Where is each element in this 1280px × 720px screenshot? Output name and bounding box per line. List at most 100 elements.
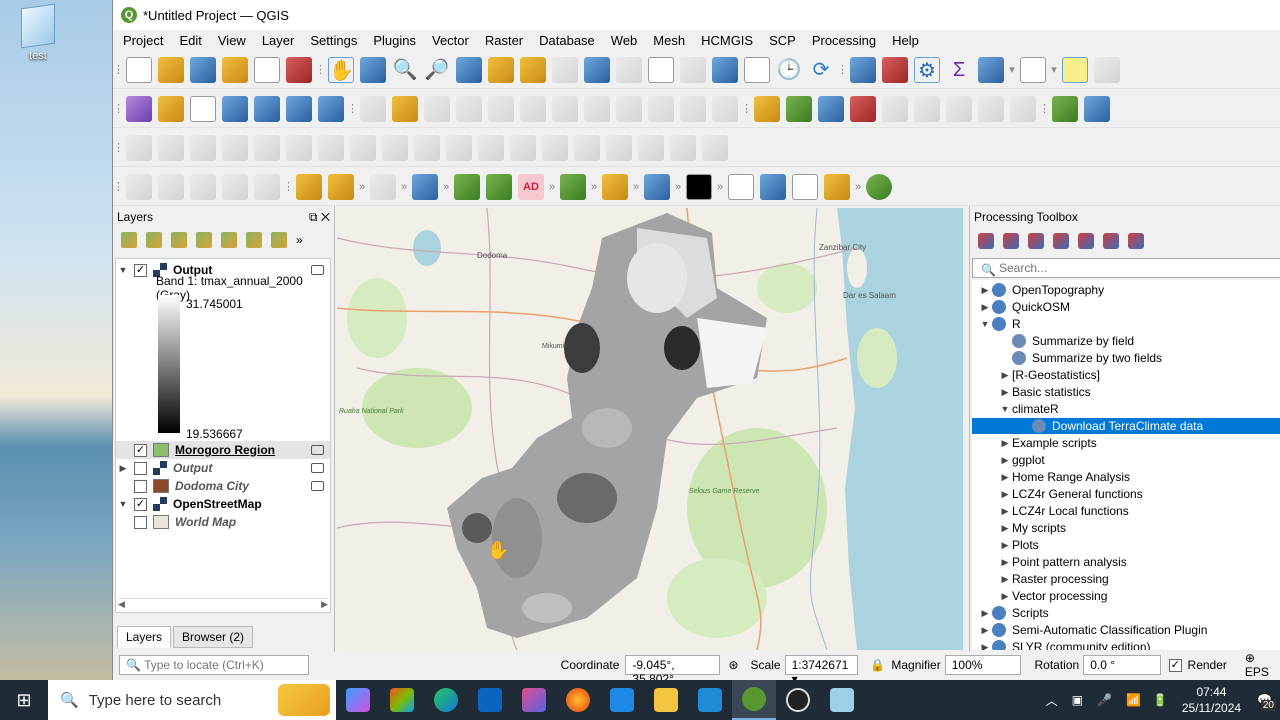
tab-layers[interactable]: Layers [117, 626, 172, 648]
taskbar-app-store[interactable] [380, 680, 424, 720]
layer-checkbox[interactable] [134, 461, 147, 475]
toolbox-item[interactable]: ▶ My scripts [972, 520, 1280, 536]
taskbar-search-box[interactable]: 🔍 Type here to search [48, 680, 336, 720]
taskbar-app-obs[interactable] [776, 680, 820, 720]
toolbar-overflow-icon[interactable]: » [441, 181, 451, 193]
globe-icon[interactable] [1084, 95, 1110, 122]
layer-visibility-icon[interactable] [311, 463, 324, 473]
expand-arrow-icon[interactable]: ▶ [998, 557, 1012, 568]
layer-checkbox[interactable] [134, 479, 147, 493]
toolbox-search-input[interactable]: 🔍 Search... [972, 258, 1280, 278]
taskbar-app-firefox[interactable] [556, 680, 600, 720]
plugin-layers-icon[interactable] [760, 173, 786, 200]
add-group-icon[interactable] [146, 232, 162, 248]
toolbox-item[interactable]: ▶ LCZ4r General functions [972, 486, 1280, 502]
map-canvas[interactable]: Dodoma Zanzibar City Dar es Salaam Ruaha… [337, 208, 963, 650]
show-bookmarks-icon[interactable] [744, 56, 770, 83]
layer-labeling-icon[interactable] [754, 95, 780, 122]
scale-field[interactable]: 1:3742671 ▾ [784, 655, 859, 686]
zoom-to-layer-icon[interactable] [520, 56, 546, 83]
statistical-summary-icon[interactable]: Σ [946, 57, 972, 83]
bookmark-icon[interactable] [712, 56, 738, 83]
new-map-view-icon[interactable] [648, 56, 674, 83]
grid-plugin-icon[interactable] [454, 173, 480, 200]
measure-line-icon[interactable] [1020, 56, 1046, 83]
toolbox-item[interactable]: ▼ R [972, 316, 1280, 332]
processing-toolbox-icon[interactable]: ⚙ [914, 56, 940, 83]
toolbar-overflow-icon[interactable]: » [673, 181, 683, 193]
toolbox-item[interactable]: ▼ climateR [972, 401, 1280, 417]
toolbox-item[interactable]: ▶ Basic statistics [972, 384, 1280, 400]
menu-edit[interactable]: Edit [169, 33, 207, 48]
expand-arrow-icon[interactable]: ▶ [998, 523, 1012, 534]
layer-item[interactable]: Dodoma City [116, 477, 330, 495]
expand-arrow-icon[interactable]: ▼ [116, 499, 130, 509]
toolbox-item[interactable]: ▶ SLYR (community edition) [972, 639, 1280, 650]
layer-item[interactable]: ✓ Morogoro Region [116, 441, 330, 459]
toolbox-item[interactable]: Download TerraClimate data [972, 418, 1280, 434]
expand-arrow-icon[interactable]: ▶ [978, 302, 992, 313]
edit-in-place-icon[interactable] [1103, 233, 1119, 249]
taskbar-app-snipping[interactable] [512, 680, 556, 720]
expand-arrow-icon[interactable]: ▶ [998, 540, 1012, 551]
expand-arrow-icon[interactable]: ▶ [978, 285, 992, 296]
pan-to-selection-icon[interactable] [360, 56, 386, 83]
zoom-out-icon[interactable]: 🔎 [424, 57, 450, 83]
menu-help[interactable]: Help [882, 33, 925, 48]
expand-arrow-icon[interactable]: ▶ [998, 591, 1012, 602]
expand-arrow-icon[interactable]: ▶ [998, 370, 1012, 381]
temporal-controller-icon[interactable]: 🕒 [776, 57, 802, 83]
render-checkbox[interactable]: ✓ [1168, 658, 1182, 672]
zoom-to-selection-icon[interactable] [488, 56, 514, 83]
taskbar-app-qgis[interactable] [732, 680, 776, 720]
toolbox-item[interactable]: ▶ Scripts [972, 605, 1280, 621]
toolbar-overflow-icon[interactable]: » [357, 181, 367, 193]
history-icon[interactable] [1053, 233, 1069, 249]
menu-plugins[interactable]: Plugins [363, 33, 422, 48]
microphone-icon[interactable]: 🎤 [1097, 693, 1112, 707]
rotation-field[interactable]: 0.0 ° [1083, 655, 1161, 675]
toolbar-overflow-icon[interactable]: » [853, 181, 863, 193]
menu-scp[interactable]: SCP [759, 33, 802, 48]
desktop-icon-test[interactable]: test [14, 3, 62, 62]
notification-icon[interactable]: 💬20 [1257, 693, 1276, 711]
taskbar-app-outlook[interactable] [468, 680, 512, 720]
layer-item[interactable]: ▼ ✓ OpenStreetMap [116, 495, 330, 513]
taskbar-app-mail[interactable] [600, 680, 644, 720]
digitizing-pencil-icon[interactable] [602, 173, 628, 200]
new-virtual-layer-icon[interactable] [254, 95, 280, 122]
expand-arrow-icon[interactable]: ▶ [998, 489, 1012, 500]
toolbox-item[interactable]: ▶ Raster processing [972, 571, 1280, 587]
toolbox-item[interactable]: ▶ Home Range Analysis [972, 469, 1280, 485]
ad-plugin-icon[interactable]: AD [518, 173, 544, 200]
refresh-icon[interactable]: ⟳ [808, 57, 834, 83]
toolbar-overflow-icon[interactable]: » [589, 181, 599, 193]
new-mesh-layer-icon[interactable] [286, 95, 312, 122]
data-source-manager-icon[interactable] [126, 95, 152, 122]
menu-raster[interactable]: Raster [475, 33, 529, 48]
tab-browser[interactable]: Browser (2) [173, 626, 254, 648]
horizontal-scrollbar[interactable]: ◀ ▶ [118, 598, 328, 610]
r-scripts-icon[interactable] [1003, 233, 1019, 249]
open-project-icon[interactable] [158, 56, 184, 83]
menu-processing[interactable]: Processing [802, 33, 882, 48]
expand-arrow-icon[interactable]: ▶ [998, 387, 1012, 398]
results-viewer-icon[interactable] [1078, 233, 1094, 249]
style-manager-icon[interactable] [286, 56, 312, 83]
plugin-grid-icon[interactable] [824, 173, 850, 200]
toolbox-item[interactable]: Summarize by two fields [972, 350, 1280, 366]
taskbar-app-edge[interactable] [424, 680, 468, 720]
new-geopackage-layer-icon[interactable] [158, 95, 184, 122]
save-project-icon[interactable] [190, 56, 216, 83]
layer-checkbox[interactable]: ✓ [134, 263, 147, 277]
new-print-layout-icon[interactable] [222, 56, 248, 83]
menu-vector[interactable]: Vector [422, 33, 475, 48]
map-tips-icon[interactable] [1062, 56, 1088, 83]
menu-view[interactable]: View [208, 33, 252, 48]
zoom-in-icon[interactable]: 🔍 [392, 57, 418, 83]
python-scripts-icon[interactable] [1028, 233, 1044, 249]
expand-arrow-icon[interactable]: ▼ [998, 404, 1012, 414]
expand-arrow-icon[interactable]: ▶ [998, 574, 1012, 585]
crs-button[interactable]: ⊕ EPS [1245, 651, 1280, 679]
identify-features-icon[interactable] [850, 56, 876, 83]
